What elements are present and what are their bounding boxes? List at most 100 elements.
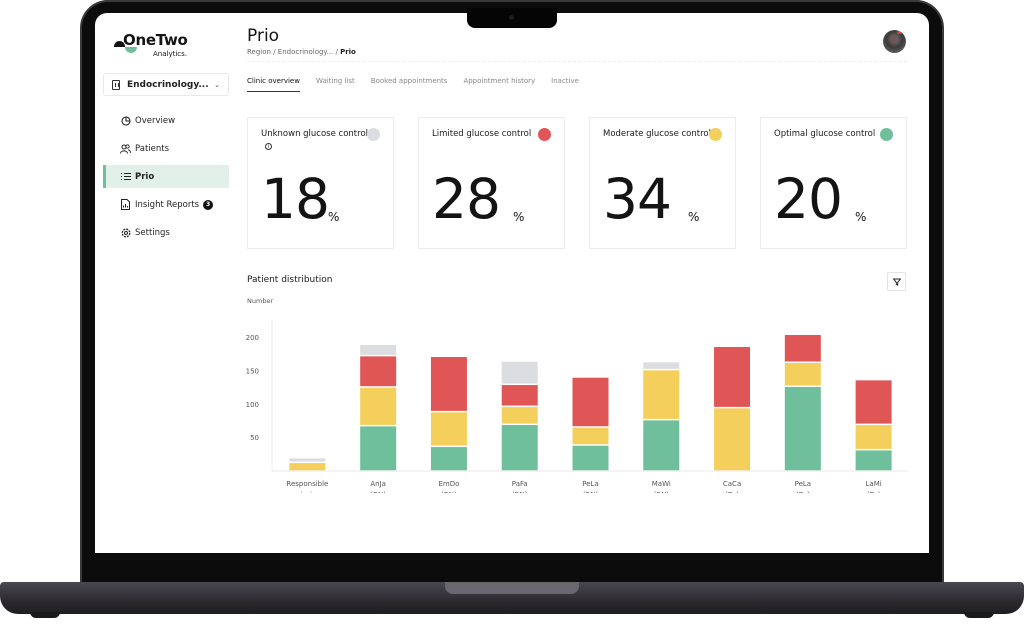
x-tick-label: (RN) [370,491,386,493]
bar-segment-moderate[interactable] [360,387,397,425]
gear-icon [120,227,131,238]
sidebar-item-prio[interactable]: Prio [103,165,229,188]
x-tick-label: EmDo [438,480,459,488]
laptop-opening-notch [445,582,579,594]
stat-cards: Unknown glucose control i 18 % Limited gl… [247,117,907,249]
bar-segment-optimal[interactable] [643,420,680,471]
x-tick-label: (Dr) [796,491,810,493]
bar-segment-moderate[interactable] [855,425,892,449]
tab-bar: Clinic overview Waiting list Booked appo… [247,77,595,92]
sidebar-item-patients[interactable]: Patients [103,137,229,160]
card-unit: % [688,210,700,224]
card-value: 18 [261,167,330,231]
x-axis: Responsible missing AnJa (RN) EmDo (RN) PaFa (R… [272,470,909,493]
tab-appointment-history[interactable]: Appointment history [463,77,535,92]
x-tick-label: missing [294,491,321,493]
chevron-down-icon: ⌄ [214,80,220,89]
bar-segment-optimal[interactable] [501,425,538,471]
bar-segment-unknown[interactable] [643,362,680,369]
bar-segment-optimal[interactable] [784,387,821,471]
card-limited-glucose-control[interactable]: Limited glucose control 28 % [418,117,565,249]
bar-segment-moderate[interactable] [289,463,326,471]
x-tick-label: (Dr) [867,491,881,493]
card-moderate-glucose-control[interactable]: Moderate glucose control 34 % [589,117,736,249]
info-icon[interactable]: i [265,142,272,150]
logo-text: OneTwo [123,31,188,49]
clinic-select[interactable]: Endocrinology... ⌄ [103,73,229,96]
avatar[interactable] [883,30,906,53]
sidebar: OneTwo Analytics. Endocrinology... ⌄ Ove… [95,13,235,553]
sidebar-item-label: Overview [135,115,176,126]
card-title: Unknown glucose control i [261,128,371,153]
header-divider [247,61,907,62]
bar-segment-limited[interactable] [714,347,751,407]
bar-segment-moderate[interactable] [430,412,467,446]
bar-segment-limited[interactable] [501,385,538,406]
x-tick-label: MaWi [652,480,671,488]
bar-segment-unknown[interactable] [289,458,326,462]
logo[interactable]: OneTwo Analytics. [113,31,213,61]
tab-clinic-overview[interactable]: Clinic overview [247,77,300,92]
patient-distribution-chart: Number 50 100 150 200 Responsible missing AnJ… [246,297,909,493]
sidebar-item-label: Settings [135,227,170,238]
bar-segment-moderate[interactable] [572,427,609,445]
bar-segment-limited[interactable] [784,335,821,362]
bar-segment-optimal[interactable] [855,450,892,471]
tab-inactive[interactable]: Inactive [551,77,579,92]
bar-segment-limited[interactable] [360,356,397,387]
card-title: Moderate glucose control [603,129,711,139]
bar-segment-optimal[interactable] [572,445,609,471]
x-tick-label: (Dr) [725,491,739,493]
card-unknown-glucose-control[interactable]: Unknown glucose control i 18 % [247,117,394,249]
x-tick-label: (RN) [583,491,599,493]
x-tick-label: CaCa [723,480,741,488]
tab-waiting-list[interactable]: Waiting list [316,77,355,92]
x-tick-label: PaFa [512,480,528,488]
card-value: 20 [774,167,843,231]
camera-notch [467,8,557,28]
filter-button[interactable] [887,272,906,291]
sidebar-item-insight-reports[interactable]: Insight Reports 3 [103,193,229,216]
status-dot-green [880,128,893,141]
bar-segment-moderate[interactable] [714,408,751,471]
x-tick-label: (RN) [512,491,528,493]
users-icon [120,143,131,154]
bar-segment-limited[interactable] [430,357,467,411]
sidebar-item-overview[interactable]: Overview [103,109,229,132]
x-tick-label: PeLa [795,480,811,488]
card-title: Optimal glucose control [774,129,876,139]
card-title: Limited glucose control [432,129,532,139]
list-icon [120,171,131,182]
card-optimal-glucose-control[interactable]: Optimal glucose control 20 % [760,117,907,249]
filter-icon [892,278,901,286]
breadcrumb: Region / Endocrinology... / Prio [247,48,356,56]
x-tick-label: PeLa [582,480,598,488]
tab-booked-appointments[interactable]: Booked appointments [371,77,448,92]
breadcrumb-item[interactable]: Endocrinology... [278,48,333,56]
breadcrumb-item[interactable]: Region [247,48,271,56]
bar-segment-optimal[interactable] [360,426,397,471]
card-unit: % [513,210,525,224]
x-tick-label: AnJa [370,480,386,488]
y-axis: 50 100 150 200 [246,319,273,471]
bar-segment-unknown[interactable] [360,345,397,355]
clinic-select-value: Endocrinology... [127,79,209,90]
card-value: 28 [432,167,501,231]
bar-segment-limited[interactable] [572,377,609,427]
y-tick-label: 200 [246,334,259,342]
bar-segment-limited[interactable] [855,380,892,424]
card-unit: % [855,210,867,224]
distribution-title: Patient distribution [247,275,333,285]
bar-segment-optimal[interactable] [430,447,467,471]
y-axis-label: Number [247,297,273,305]
bar-segment-moderate[interactable] [784,363,821,386]
bar-segment-unknown[interactable] [501,361,538,384]
bar-segment-moderate[interactable] [501,407,538,424]
sidebar-item-label: Prio [135,171,155,182]
sidebar-item-settings[interactable]: Settings [103,221,229,244]
card-value: 34 [603,167,672,231]
laptop-base [0,582,1024,614]
bars [289,335,892,471]
bar-segment-moderate[interactable] [643,370,680,419]
status-dot-grey [367,128,380,141]
